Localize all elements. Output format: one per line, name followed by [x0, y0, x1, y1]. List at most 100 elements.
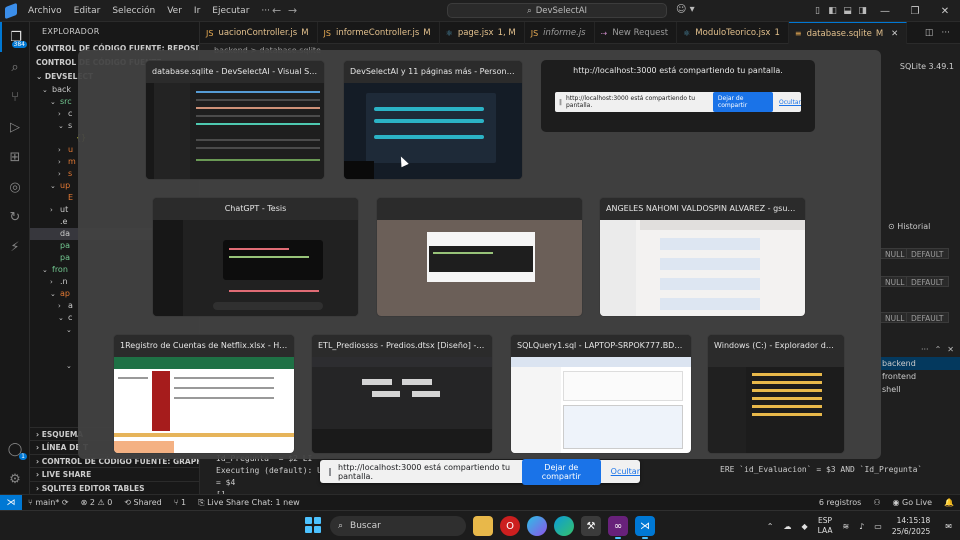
taskbar-search[interactable]: ⌕ Buscar [330, 516, 466, 536]
maximize-icon[interactable]: ❐ [900, 0, 930, 22]
terminal-item[interactable]: backend [880, 357, 960, 370]
sidebar-section[interactable]: › SQLITE3 EDITOR TABLES [30, 480, 199, 495]
grid-cell[interactable]: DEFAULT [906, 276, 949, 287]
historial-label[interactable]: ⊙ Historial [888, 222, 930, 231]
explorer-icon[interactable]: ❐ 384 [0, 22, 30, 52]
language-indicator[interactable]: ESP LAA [813, 516, 838, 536]
split-editor-icon[interactable]: ◫ [921, 28, 938, 38]
notifications-bell-icon[interactable]: 🔔 [938, 498, 960, 507]
window-thumbnail[interactable] [376, 197, 583, 317]
window-thumbnail-title [377, 198, 582, 220]
share-window-card[interactable]: http://localhost:3000 está compartiendo … [541, 60, 815, 132]
ssms-icon[interactable]: ⚒ [581, 516, 601, 536]
volume-icon[interactable]: ♪ [854, 522, 869, 531]
layout-sidebar-left-icon[interactable]: ◧ [825, 0, 840, 22]
close-tab-icon[interactable]: ✕ [891, 29, 898, 39]
layout-sidebar-right-icon[interactable]: ◨ [855, 0, 870, 22]
layout-panel-icon[interactable]: ⬓ [840, 0, 855, 22]
hide-button[interactable]: Ocultar [611, 467, 640, 476]
forward-arrow-icon[interactable]: → [282, 4, 303, 17]
window-thumbnail[interactable]: ETL_Prediossss - Predios.dtsx [Diseño] -… [311, 334, 493, 454]
branch-indicator[interactable]: ⑂ main* ⟳ [22, 498, 75, 507]
extensions-icon[interactable]: ⊞ [0, 142, 30, 172]
grid-cell[interactable]: DEFAULT [906, 248, 949, 259]
sidebar-section[interactable]: › LIVE SHARE [30, 467, 199, 481]
minimize-icon[interactable]: — [870, 0, 900, 22]
menu-item[interactable]: Ver [161, 6, 188, 16]
share-card-preview: ‖ http://localhost:3000 está compartiend… [555, 92, 801, 112]
visual-studio-icon[interactable]: ∞ [608, 516, 628, 539]
file-type-icon: ≡ [794, 29, 802, 38]
grid-cell[interactable]: DEFAULT [906, 312, 949, 323]
remote-explorer-icon[interactable]: ◎ [0, 172, 30, 202]
editor-tab[interactable]: ⚛ page.jsx 1, M [440, 22, 525, 44]
taskbar-search-label: Buscar [350, 521, 381, 531]
vscode-taskbar-icon[interactable]: ⋊ [635, 516, 655, 539]
live-share-chat-label: Live Share Chat: 1 new [207, 497, 300, 507]
command-center[interactable]: ⌕ DevSelectAI [447, 3, 667, 18]
windows-start-icon[interactable] [305, 517, 321, 533]
terminal-item[interactable]: frontend [880, 370, 960, 383]
settings-gear-icon[interactable]: ⚙ [0, 464, 30, 494]
live-share-icon[interactable]: ↻ [0, 202, 30, 232]
window-thumbnail[interactable]: ANGELES NAHOMI VALDOSPIN ALVAREZ - gsuar… [599, 197, 806, 317]
editor-tab[interactable]: JS informeController.js M [318, 22, 440, 44]
problems-indicator[interactable]: ⊗ 2 ⚠ 0 [75, 498, 119, 507]
window-thumbnail[interactable]: database.sqlite - DevSelectAI - Visual S… [145, 60, 325, 180]
search-icon: ⌕ [338, 521, 344, 531]
show-hidden-icons-icon[interactable]: ⌃ [762, 522, 779, 531]
run-debug-icon[interactable]: ▷ [0, 112, 30, 142]
layout-sidebar-icon[interactable]: ▯ [810, 0, 825, 22]
share-bar-text: http://localhost:3000 está compartiendo … [338, 462, 511, 481]
opera-icon[interactable]: O [500, 516, 520, 536]
close-icon[interactable]: ✕ [930, 0, 960, 22]
source-control-icon[interactable]: ⑂ [0, 82, 30, 112]
tree-item-label: c [68, 313, 73, 322]
chevron-down-icon: ⌄ [58, 314, 64, 322]
ports-indicator[interactable]: ⑂ 1 [168, 498, 192, 507]
teams-icon[interactable]: ◆ [796, 522, 812, 531]
sqlite-icon[interactable]: ⚡ [0, 232, 30, 262]
menu-item[interactable]: Archivo [22, 6, 68, 16]
terminal-item[interactable]: shell [880, 383, 960, 396]
menu-item[interactable]: Ir [188, 6, 206, 16]
panel-more-icon[interactable]: ··· [921, 345, 929, 354]
wifi-icon[interactable]: ≋ [837, 522, 854, 531]
editor-tab[interactable]: ⚛ ModuloTeorico.jsx 1 [677, 22, 789, 44]
stop-sharing-button[interactable]: Dejar de compartir [521, 458, 601, 485]
live-share-status[interactable]: ⟲ Shared [118, 498, 167, 507]
window-thumbnail[interactable]: SQLQuery1.sql - LAPTOP-SRPOK777.BD_PR... [510, 334, 692, 454]
account-icon[interactable]: ◯ 1 [0, 434, 30, 464]
file-explorer-icon[interactable] [473, 516, 493, 536]
panel-close-icon[interactable]: ✕ [947, 345, 954, 354]
window-thumbnail[interactable]: ChatGPT - Tesis [152, 197, 359, 317]
copilot-status-icon[interactable]: ⚇ [867, 498, 886, 507]
editor-tab[interactable]: JS informe.js [525, 22, 595, 44]
live-share-chat[interactable]: ⎘ Live Share Chat: 1 new [192, 498, 306, 508]
menu-item[interactable]: Editar [68, 6, 107, 16]
copilot-app-icon[interactable] [527, 516, 547, 536]
notification-icon[interactable]: ✉ [940, 522, 960, 531]
window-thumbnail[interactable]: DevSelectAI y 11 páginas más - Personal:… [343, 60, 523, 180]
onedrive-icon[interactable]: ☁ [778, 522, 796, 531]
window-thumbnail[interactable]: Windows (C:) - Explorador de... [707, 334, 845, 454]
thumbnail-preview [312, 357, 492, 453]
clock[interactable]: 14:15:18 25/6/2025 [887, 515, 940, 537]
copilot-icon[interactable]: ☺ ▾ [676, 4, 695, 15]
thumbnail-preview [708, 357, 844, 453]
battery-icon[interactable]: ▭ [869, 522, 887, 531]
edge-icon[interactable] [554, 516, 574, 536]
menu-item[interactable]: Ejecutar [206, 6, 255, 16]
window-thumbnail[interactable]: 1Registro de Cuentas de Netflix.xlsx - H… [113, 334, 295, 454]
go-live-button[interactable]: ◉ Go Live [887, 498, 939, 507]
remote-icon[interactable]: ⋊ [0, 494, 22, 511]
chevron-down-icon: ⌄ [50, 290, 56, 298]
search-icon[interactable]: ⌕ [0, 52, 30, 82]
panel-chevron-up-icon[interactable]: ⌃ [935, 345, 942, 354]
more-actions-icon[interactable]: ··· [937, 28, 954, 38]
editor-tab[interactable]: ⇢ New Request [595, 22, 678, 44]
editor-tab[interactable]: ≡ database.sqlite M ✕ [788, 22, 908, 44]
tab-label: informeController.js [335, 28, 420, 38]
editor-tab[interactable]: JS uacionController.js M [200, 22, 318, 44]
menu-item[interactable]: Selección [106, 6, 161, 16]
